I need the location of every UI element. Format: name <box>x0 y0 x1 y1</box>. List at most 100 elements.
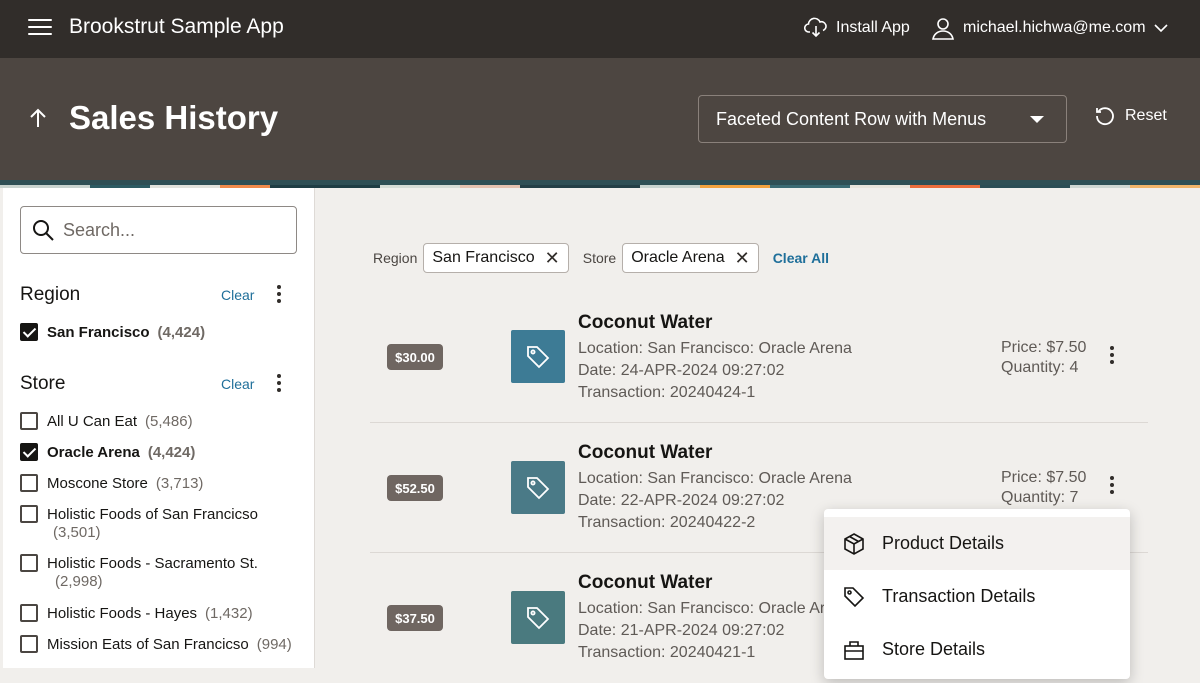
cloud-download-icon <box>804 17 827 38</box>
row-transaction: Transaction: 20240424-1 <box>578 384 756 401</box>
facet-option-holistic-foods-hayes[interactable]: Holistic Foods - Hayes (1,432) <box>20 604 253 623</box>
caret-down-icon <box>1030 116 1044 123</box>
facet-option-label: Holistic Foods - Hayes <box>47 605 198 622</box>
tag-tile <box>511 461 565 514</box>
row-title: Coconut Water <box>578 442 713 463</box>
checkbox[interactable] <box>20 412 38 430</box>
tag-icon <box>527 345 550 368</box>
facet-option-count: (994) <box>256 636 292 653</box>
row-date: Date: 21-APR-2024 09:27:02 <box>578 622 785 639</box>
row-price-qty: Price: $7.50 Quantity: 7 <box>1001 468 1086 508</box>
user-menu[interactable]: michael.hichwa@me.com <box>931 16 1168 40</box>
filter-chip-label-region: Region <box>373 250 418 266</box>
checkbox[interactable] <box>20 505 38 523</box>
chevron-down-icon <box>1153 24 1168 33</box>
facet-option-count: (5,486) <box>145 413 193 430</box>
facet-option-all-u-can-eat[interactable]: All U Can Eat (5,486) <box>20 412 193 431</box>
facet-option-mission-eats[interactable]: Mission Eats of San Francicso (994) <box>20 635 292 654</box>
facet-option-label: San Francisco <box>47 324 150 341</box>
view-select-value: Faceted Content Row with Menus <box>716 108 987 129</box>
checkbox-checked[interactable] <box>20 323 38 341</box>
row-title: Coconut Water <box>578 572 713 593</box>
row-quantity: Quantity: 7 <box>1001 489 1079 506</box>
checkbox-checked[interactable] <box>20 443 38 461</box>
row-location: Location: San Francisco: Oracle Arena <box>578 340 852 357</box>
store-clear-button[interactable]: Clear <box>221 376 254 392</box>
facet-option-moscone-store[interactable]: Moscone Store (3,713) <box>20 474 204 493</box>
menu-item-store-details[interactable]: Store Details <box>824 623 1130 676</box>
facet-option-label: Oracle Arena <box>47 444 140 461</box>
filter-chip-store[interactable]: Oracle Arena ✕ <box>622 243 759 273</box>
checkbox[interactable] <box>20 604 38 622</box>
row-date: Date: 22-APR-2024 09:27:02 <box>578 492 785 509</box>
checkbox[interactable] <box>20 554 38 572</box>
menu-item-product-details[interactable]: Product Details <box>824 517 1130 570</box>
facet-option-label: Moscone Store <box>47 475 148 492</box>
facet-option-count: (3,501) <box>53 524 101 541</box>
result-row: $30.00 Coconut Water Location: San Franc… <box>370 293 1148 423</box>
total-badge: $30.00 <box>387 344 443 370</box>
checkbox[interactable] <box>20 474 38 492</box>
row-date: Date: 24-APR-2024 09:27:02 <box>578 362 785 379</box>
row-actions-kebab-icon[interactable] <box>1109 476 1115 496</box>
close-icon[interactable]: ✕ <box>735 249 750 267</box>
tag-icon <box>527 476 550 499</box>
app-top-bar: Brookstrut Sample App Install App michae… <box>0 0 1200 58</box>
page-title: Sales History <box>69 99 279 136</box>
region-kebab-icon[interactable] <box>276 285 282 305</box>
filter-chip-value: San Francisco <box>432 249 535 266</box>
total-badge: $37.50 <box>387 605 443 631</box>
facet-option-label: Mission Eats of San Francicso <box>47 636 249 653</box>
app-title: Brookstrut Sample App <box>69 15 284 38</box>
reset-label: Reset <box>1125 107 1167 124</box>
menu-item-transaction-details[interactable]: Transaction Details <box>824 570 1130 623</box>
up-arrow-icon[interactable] <box>26 106 50 130</box>
reset-button[interactable]: Reset <box>1094 105 1167 127</box>
tag-tile <box>511 591 565 644</box>
total-badge: $52.50 <box>387 475 443 501</box>
search-icon <box>33 220 54 241</box>
filter-chip-region[interactable]: San Francisco ✕ <box>423 243 569 273</box>
tag-icon <box>527 606 550 629</box>
facet-sidebar: Search... Region Clear San Francisco (4,… <box>3 188 315 668</box>
view-select[interactable]: Faceted Content Row with Menus <box>698 95 1067 143</box>
facet-title-store: Store <box>20 373 66 394</box>
clear-all-link[interactable]: Clear All <box>773 250 829 266</box>
region-clear-button[interactable]: Clear <box>221 287 254 303</box>
tag-icon <box>842 585 866 609</box>
filter-chip-value: Oracle Arena <box>631 249 725 266</box>
row-location: Location: San Francisco: Oracle Arena <box>578 470 852 487</box>
row-price: Price: $7.50 <box>1001 339 1087 356</box>
user-email: michael.hichwa@me.com <box>963 19 1146 36</box>
row-actions-kebab-icon[interactable] <box>1109 346 1115 366</box>
active-filters: Region San Francisco ✕ Store Oracle Aren… <box>373 243 829 273</box>
facet-option-count: (1,432) <box>205 605 253 622</box>
store-kebab-icon[interactable] <box>276 374 282 394</box>
facet-option-count: (3,713) <box>155 475 204 492</box>
checkbox[interactable] <box>20 635 38 653</box>
search-placeholder: Search... <box>63 219 136 240</box>
row-location: Location: San Francisco: Oracle Arena <box>578 600 852 617</box>
close-icon[interactable]: ✕ <box>545 249 560 267</box>
facet-option-holistic-foods-sf[interactable]: Holistic Foods of San Francicso (3,501) <box>20 505 287 542</box>
row-quantity: Quantity: 4 <box>1001 359 1079 376</box>
row-title: Coconut Water <box>578 312 713 333</box>
facet-option-san-francisco[interactable]: San Francisco (4,424) <box>20 323 205 342</box>
user-icon <box>932 18 954 40</box>
search-input[interactable]: Search... <box>20 206 297 254</box>
row-transaction: Transaction: 20240422-2 <box>578 514 756 531</box>
install-app-label: Install App <box>836 19 910 36</box>
decorative-banner <box>0 180 1200 188</box>
install-app-button[interactable]: Install App <box>804 17 910 39</box>
facet-option-text: Holistic Foods of San Francicso (3,501) <box>47 506 287 542</box>
menu-item-label: Product Details <box>882 533 1005 553</box>
facet-option-oracle-arena[interactable]: Oracle Arena (4,424) <box>20 443 195 462</box>
hamburger-menu-icon[interactable] <box>28 19 52 37</box>
filter-chip-label-store: Store <box>582 250 617 266</box>
facet-option-count: (2,998) <box>55 573 103 590</box>
store-icon <box>842 638 866 662</box>
facet-option-holistic-foods-sacramento[interactable]: Holistic Foods - Sacramento St. (2,998) <box>20 554 287 591</box>
facet-option-text: Holistic Foods - Sacramento St. (2,998) <box>47 555 287 591</box>
menu-item-label: Transaction Details <box>882 586 1036 606</box>
facet-option-label: Holistic Foods of San Francicso <box>47 506 258 523</box>
